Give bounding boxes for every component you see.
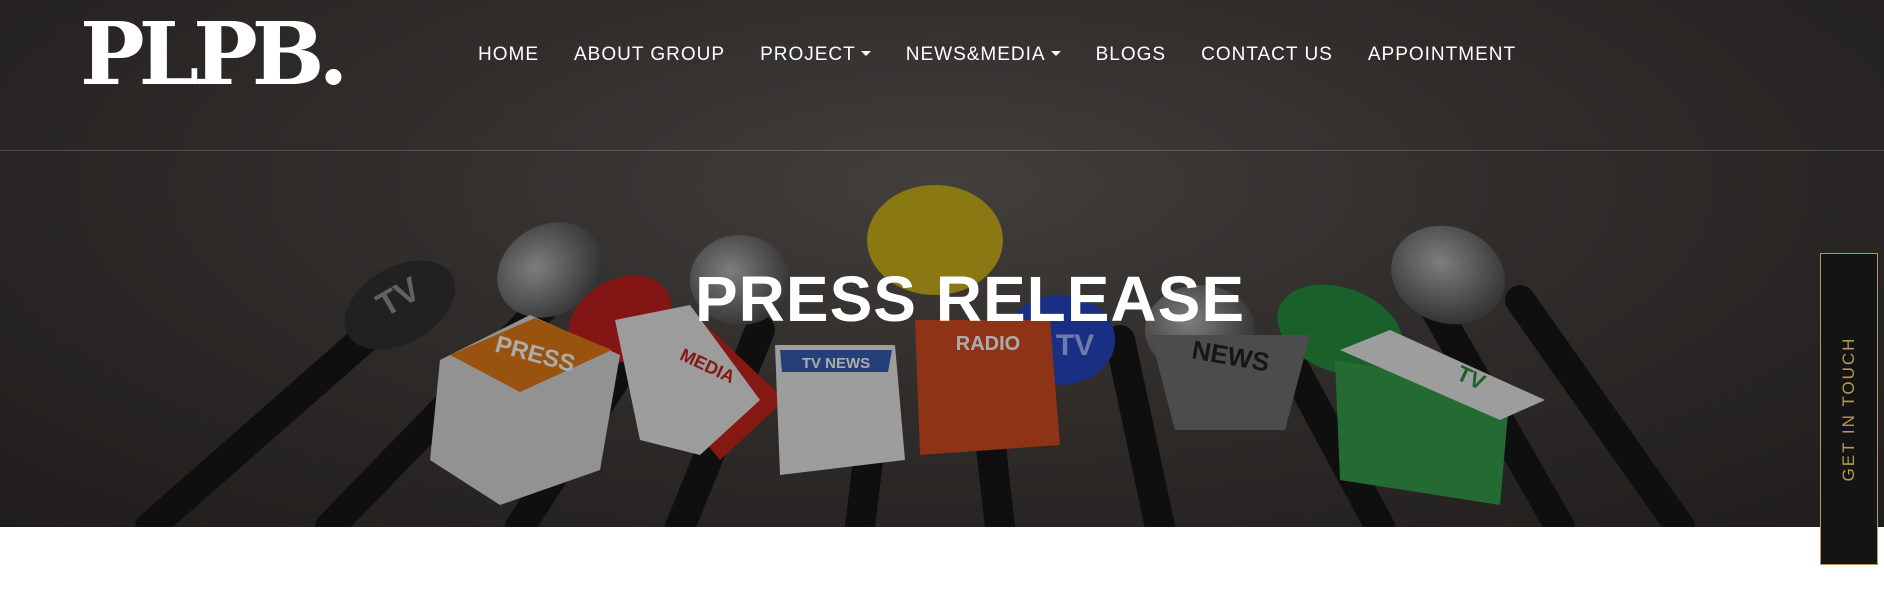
nav-home[interactable]: HOME [478,44,539,66]
site-logo[interactable]: PLPB. [80,10,348,100]
main-nav: HOME ABOUT GROUP PROJECT NEWS&MEDIA BLOG… [478,40,1516,70]
nav-blogs[interactable]: BLOGS [1096,44,1166,66]
site-header: PLPB. HOME ABOUT GROUP PROJECT NEWS&MEDI… [0,0,1884,151]
chevron-down-icon [1050,50,1061,56]
nav-blogs-label: BLOGS [1095,44,1167,65]
chevron-down-icon [860,50,871,56]
get-in-touch-tab[interactable]: GET IN TOUCH [1820,253,1878,565]
nav-home-label: HOME [478,44,539,65]
nav-news-media[interactable]: NEWS&MEDIA [906,44,1061,66]
nav-appointment[interactable]: APPOINTMENT [1368,44,1516,66]
page-title: PRESS RELEASE [694,263,1246,335]
nav-contact-us-label: CONTACT US [1201,44,1333,65]
nav-about-group[interactable]: ABOUT GROUP [574,44,725,66]
nav-project[interactable]: PROJECT [760,44,871,66]
nav-appointment-label: APPOINTMENT [1367,44,1517,65]
nav-contact-us[interactable]: CONTACT US [1201,44,1333,66]
get-in-touch-label: GET IN TOUCH [1839,336,1858,482]
nav-news-media-label: NEWS&MEDIA [905,44,1046,65]
hero-banner: TV PRESS MEDIA TV NEWS RADIO TV NEWS TV … [0,0,1884,527]
nav-about-group-label: ABOUT GROUP [574,44,726,65]
nav-project-label: PROJECT [760,44,856,65]
